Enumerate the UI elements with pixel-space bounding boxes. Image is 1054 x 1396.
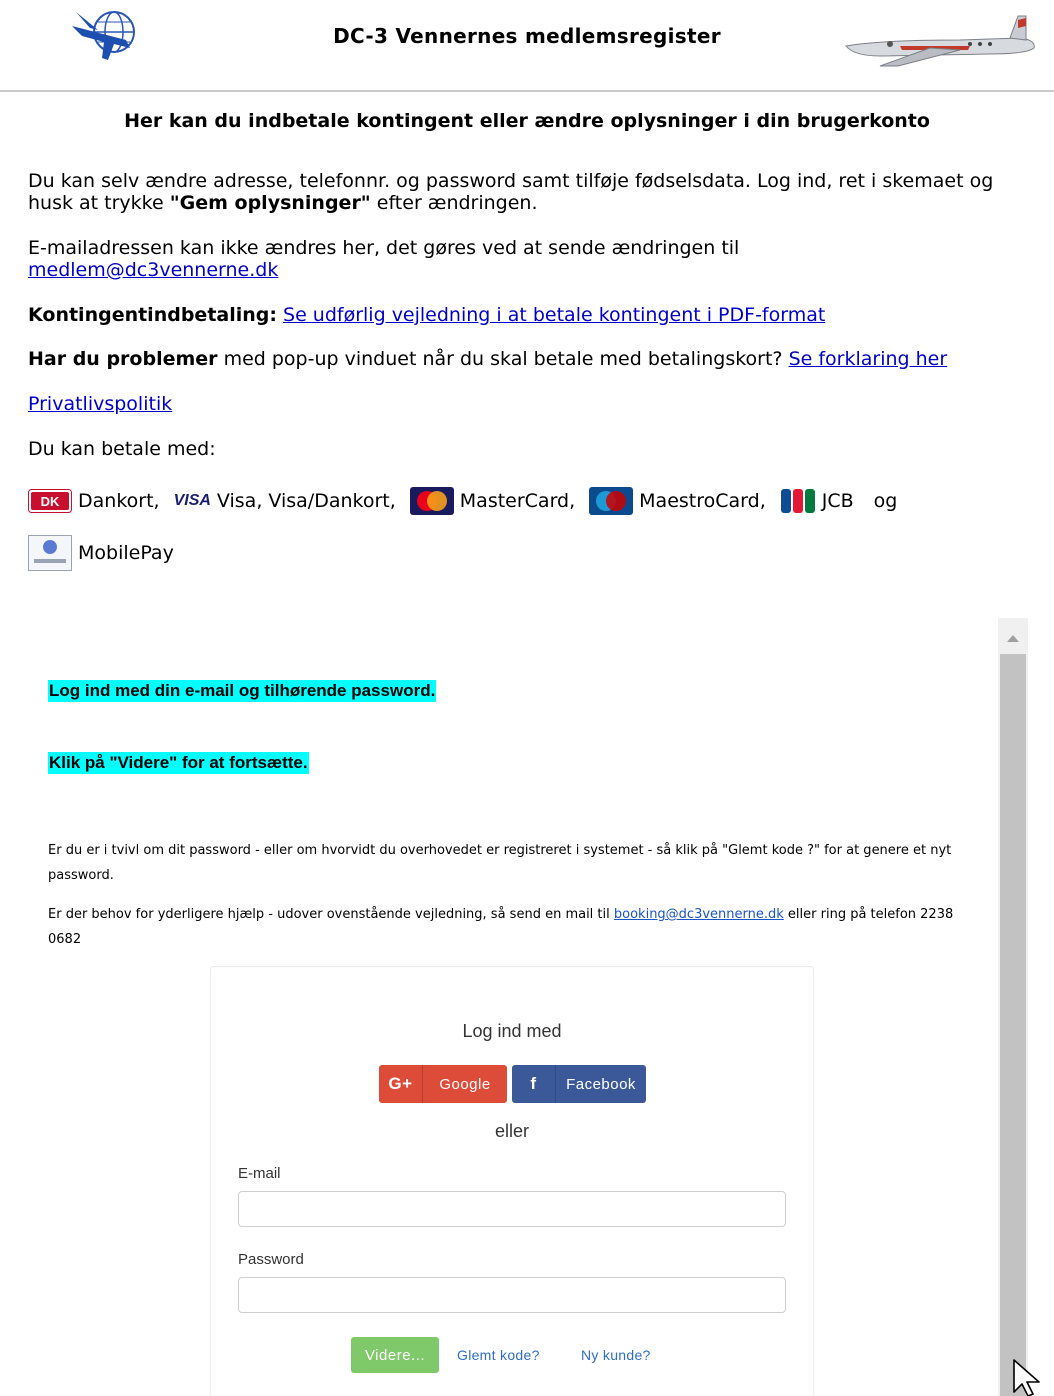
intro-paragraph-4: Har du problemer med pop-up vinduet når … (28, 348, 1038, 370)
dc3-airplane-image-icon (845, 15, 1035, 67)
mobilepay-icon (28, 535, 72, 571)
mobilepay-label: MobilePay (78, 542, 174, 564)
booking-email-link[interactable]: booking@dc3vennerne.dk (614, 907, 784, 922)
new-customer-link[interactable]: Ny kunde? (581, 1347, 651, 1363)
intro-paragraph-2: E-mailadressen kan ikke ændres her, det … (28, 237, 1038, 281)
facebook-login-button[interactable]: f Facebook (512, 1065, 646, 1103)
explanation-link[interactable]: Se forklaring her (789, 348, 948, 370)
payment-methods-row: DK Dankort, VISA Visa, Visa/Dankort, Mas… (28, 484, 897, 518)
login-with-title: Log ind med (462, 1021, 562, 1041)
intro-text-end: efter ændringen. (370, 192, 538, 214)
privacy-policy-link[interactable]: Privatlivspolitik (28, 393, 172, 415)
email-label: E-mail (238, 1165, 281, 1182)
scrollbar-thumb[interactable] (1000, 654, 1026, 1396)
mouse-pointer-icon (1013, 1359, 1040, 1396)
pay-with-label: Du kan betale med: (28, 438, 216, 460)
frame-scrollbar[interactable] (998, 618, 1028, 1396)
continue-button[interactable]: Videre... (351, 1337, 439, 1373)
payment-methods-row-2: MobilePay (28, 534, 174, 572)
google-label: Google (439, 1075, 491, 1093)
visa-icon: VISA (173, 492, 211, 509)
dankort-label: Dankort, (78, 490, 160, 512)
page-header: DC-3 Vennernes medlemsregister (0, 0, 1054, 92)
mastercard-label: MasterCard, (459, 490, 576, 512)
page-heading: Her kan du indbetale kontingent eller æn… (124, 110, 930, 132)
help-text: Er der behov for yderligere hjælp - udov… (48, 907, 614, 922)
help-info: Er der behov for yderligere hjælp - udov… (48, 902, 978, 952)
intro-paragraph-5: Privatlivspolitik (28, 393, 1038, 415)
mastercard-icon (409, 487, 454, 515)
facebook-label: Facebook (566, 1075, 636, 1093)
problems-label: Har du problemer (28, 348, 218, 370)
login-panel: Log ind med G+ Google f Facebook eller E… (210, 966, 814, 1396)
pdf-guide-link[interactable]: Se udførlig vejledning i at betale konti… (283, 304, 825, 326)
visa-label: Visa, Visa/Dankort, (216, 490, 396, 512)
maestro-label: MaestroCard, (639, 490, 766, 512)
intro-paragraph-3: Kontingentindbetaling: Se udførlig vejle… (28, 304, 1038, 326)
jcb-icon (780, 489, 815, 513)
password-label: Password (238, 1251, 304, 1268)
password-field[interactable] (238, 1277, 786, 1313)
dankort-logo-text: DK (41, 494, 60, 509)
continue-instruction: Klik på "Videre" for at fortsætte. (48, 752, 309, 774)
forgot-password-info: Er du er i tvivl om dit password - eller… (48, 843, 952, 883)
login-instruction: Log ind med din e-mail og tilhørende pas… (48, 680, 437, 702)
intro-bold: "Gem oplysninger" (169, 192, 371, 214)
medlem-email-link[interactable]: medlem@dc3vennerne.dk (28, 259, 278, 281)
jcb-label: JCB (821, 490, 854, 512)
email-field[interactable] (238, 1191, 786, 1227)
google-login-button[interactable]: G+ Google (379, 1065, 507, 1103)
email-change-text: E-mailadressen kan ikke ændres her, det … (28, 237, 740, 259)
login-iframe[interactable]: Log ind med din e-mail og tilhørende pas… (10, 618, 1028, 1396)
popup-text: med pop-up vinduet når du skal betale me… (217, 348, 789, 370)
intro-paragraph-1: Du kan selv ændre adresse, telefonnr. og… (28, 170, 1038, 214)
forgot-password-link[interactable]: Glemt kode? (457, 1347, 540, 1363)
dankort-icon: DK (28, 489, 72, 513)
kontingent-label: Kontingentindbetaling: (28, 304, 277, 326)
google-plus-icon: G+ (379, 1065, 423, 1103)
scroll-up-arrow-icon[interactable] (998, 626, 1028, 650)
facebook-icon: f (512, 1065, 556, 1103)
og-label: og (873, 490, 898, 512)
or-divider: eller (494, 1121, 529, 1141)
maestro-icon (589, 487, 634, 515)
